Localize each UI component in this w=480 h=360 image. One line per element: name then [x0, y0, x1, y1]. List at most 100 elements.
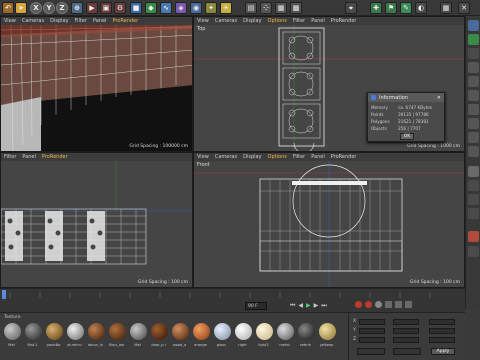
apply-button[interactable]: Apply: [431, 348, 455, 355]
materials-icon[interactable]: [468, 118, 479, 129]
menu-display[interactable]: Display: [50, 18, 68, 24]
prev-frame-icon[interactable]: ◀: [298, 302, 303, 310]
menu-filter[interactable]: Filter: [4, 154, 16, 160]
material-swatch[interactable]: [25, 323, 42, 340]
menu-options[interactable]: Options: [268, 18, 287, 24]
material-swatch[interactable]: [319, 323, 336, 340]
paint-icon[interactable]: ✎: [400, 2, 412, 14]
content-browser-icon[interactable]: [468, 62, 479, 73]
menu-filter[interactable]: Filter: [293, 154, 305, 160]
material-swatch[interactable]: [214, 323, 231, 340]
menu-display[interactable]: Display: [243, 18, 261, 24]
arrow-tool-icon[interactable]: ➤: [15, 2, 27, 14]
menu-panel[interactable]: Panel: [93, 18, 107, 24]
camera-icon[interactable]: ✦: [205, 2, 217, 14]
points-mode-icon[interactable]: ⁘: [260, 2, 272, 14]
material-swatch[interactable]: [172, 323, 189, 340]
subdivision-icon[interactable]: ◆: [145, 2, 157, 14]
scene-icon[interactable]: ◉: [190, 2, 202, 14]
position-key-icon[interactable]: [385, 301, 392, 308]
object-mode-dropdown[interactable]: [357, 348, 385, 355]
model-mode-icon[interactable]: ▤: [245, 2, 257, 14]
snap-icon[interactable]: ⌖: [345, 2, 357, 14]
menu-filter[interactable]: Filter: [293, 18, 305, 24]
record-icon[interactable]: [468, 231, 479, 242]
material-swatch[interactable]: [46, 323, 63, 340]
sculpt-icon[interactable]: ◐: [415, 2, 427, 14]
menu-cameras[interactable]: Cameras: [215, 154, 237, 160]
axis-lock-icon[interactable]: ⚑: [385, 2, 397, 14]
next-frame-icon[interactable]: ▶: [314, 302, 319, 310]
takes-icon[interactable]: [468, 90, 479, 101]
coord-z-rotation-field[interactable]: [429, 337, 455, 343]
visibility-icon[interactable]: [468, 246, 479, 257]
coord-y-size-field[interactable]: [393, 328, 419, 334]
menu-options[interactable]: Options: [268, 154, 287, 160]
close-icon[interactable]: ✕: [458, 2, 470, 14]
brush-icon[interactable]: [468, 208, 479, 219]
menu-view[interactable]: View: [197, 18, 209, 24]
scale-key-icon[interactable]: [405, 301, 412, 308]
menu-panel[interactable]: Panel: [311, 154, 325, 160]
render-view-icon[interactable]: ▶: [86, 2, 98, 14]
keyframe-selection-icon[interactable]: [375, 301, 382, 308]
edges-mode-icon[interactable]: ▦: [275, 2, 287, 14]
go-start-icon[interactable]: ⏮: [290, 302, 295, 310]
z-axis-toggle[interactable]: Z: [56, 2, 68, 14]
menu-prorender[interactable]: ProRender: [331, 18, 357, 24]
coord-y-rotation-field[interactable]: [429, 328, 455, 334]
material-swatch[interactable]: [130, 323, 147, 340]
coord-x-size-field[interactable]: [393, 319, 419, 325]
autokey-icon[interactable]: [365, 301, 372, 308]
material-swatch[interactable]: [109, 323, 126, 340]
material-swatch[interactable]: [193, 323, 210, 340]
front-viewport[interactable]: View Cameras Display Options Filter Pane…: [193, 152, 465, 288]
enable-axis-icon[interactable]: [468, 180, 479, 191]
workplane-toggle-icon[interactable]: [468, 166, 479, 177]
cube-icon[interactable]: ■: [130, 2, 142, 14]
rotation-key-icon[interactable]: [395, 301, 402, 308]
ok-button[interactable]: OK: [400, 133, 414, 140]
workplane-icon[interactable]: ✚: [370, 2, 382, 14]
coordinates-icon[interactable]: [468, 104, 479, 115]
render-settings-icon[interactable]: ⚙: [114, 2, 126, 14]
material-menu-texture[interactable]: Texture: [4, 315, 20, 320]
menu-prorender[interactable]: ProRender: [331, 154, 357, 160]
polygons-mode-icon[interactable]: ▩: [290, 2, 302, 14]
material-swatch[interactable]: [235, 323, 252, 340]
go-end-icon[interactable]: ⏭: [321, 302, 326, 310]
x-axis-toggle[interactable]: X: [30, 2, 42, 14]
snap-settings-icon[interactable]: [468, 146, 479, 157]
light-icon[interactable]: ☀: [220, 2, 232, 14]
material-swatch[interactable]: [256, 323, 273, 340]
coord-x-rotation-field[interactable]: [429, 319, 455, 325]
menu-cameras[interactable]: Cameras: [215, 18, 237, 24]
close-icon[interactable]: ✕: [437, 95, 441, 101]
render-region-icon[interactable]: ▣: [100, 2, 112, 14]
object-manager-icon[interactable]: [468, 20, 479, 31]
material-swatch[interactable]: [298, 323, 315, 340]
coordinate-system-icon[interactable]: ⊕: [71, 2, 83, 14]
layer-icon[interactable]: [468, 34, 479, 45]
perspective-viewport[interactable]: View Cameras Display Filter Panel ProRen…: [0, 16, 193, 152]
menu-filter[interactable]: Filter: [75, 18, 87, 24]
timeline[interactable]: 90 F ⏮ ◀ ▶ ▶ ⏭: [0, 288, 465, 312]
play-icon[interactable]: ▶: [306, 302, 311, 310]
size-mode-dropdown[interactable]: [393, 348, 421, 355]
material-swatch[interactable]: [151, 323, 168, 340]
y-axis-toggle[interactable]: Y: [43, 2, 55, 14]
menu-cameras[interactable]: Cameras: [22, 18, 44, 24]
structure-icon[interactable]: [468, 76, 479, 87]
record-key-icon[interactable]: [355, 301, 362, 308]
menu-view[interactable]: View: [197, 154, 209, 160]
spline-icon[interactable]: ∿: [160, 2, 172, 14]
coord-z-size-field[interactable]: [393, 337, 419, 343]
material-swatch[interactable]: [67, 323, 84, 340]
coord-y-position-field[interactable]: [359, 328, 385, 334]
deformer-icon[interactable]: ◈: [175, 2, 187, 14]
layout-icon[interactable]: ▦: [440, 2, 452, 14]
menu-prorender[interactable]: ProRender: [42, 154, 68, 160]
coord-x-position-field[interactable]: [359, 319, 385, 325]
menu-view[interactable]: View: [4, 18, 16, 24]
menu-panel[interactable]: Panel: [311, 18, 325, 24]
